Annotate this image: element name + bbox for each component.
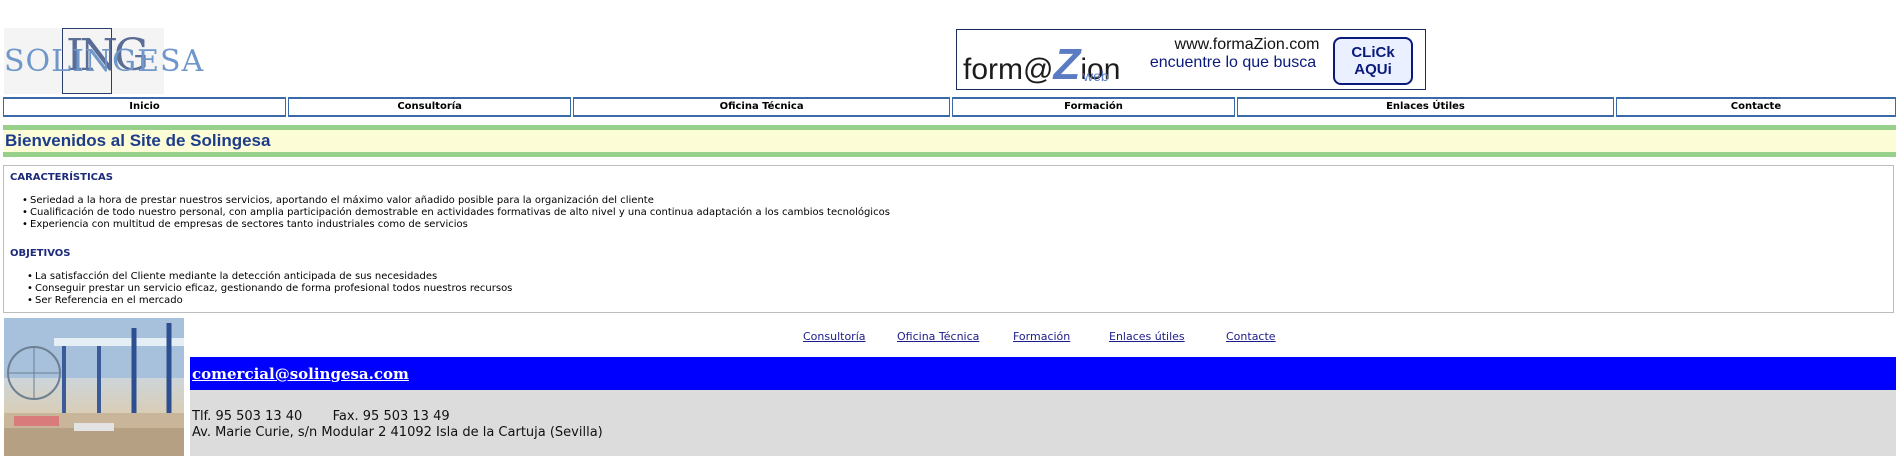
content-panel: CARACTERÍSTICAS Seriedad a la hora de pr… [3, 165, 1894, 313]
list-item: Cualificación de todo nuestro personal, … [22, 207, 890, 219]
footer-nav: Consultoría Oficina Técnica Formación En… [190, 330, 1896, 346]
footer-link-oficina-tecnica[interactable]: Oficina Técnica [897, 330, 979, 343]
caracteristicas-list: Seriedad a la hora de prestar nuestros s… [22, 195, 890, 231]
banner-url: www.formaZion.com [1174, 36, 1320, 53]
footer-link-contacte[interactable]: Contacte [1226, 330, 1276, 343]
page-title: Bienvenidos al Site de Solingesa [5, 131, 271, 150]
banner-brand-sub: web [1083, 68, 1109, 84]
section-title-objetivos: OBJETIVOS [10, 248, 71, 259]
solingesa-logo[interactable]: ING SOLINGESA [4, 28, 203, 94]
nav-enlaces-utiles[interactable]: Enlaces Útiles [1237, 97, 1614, 117]
nav-consultoria[interactable]: Consultoría [288, 97, 572, 117]
building-photo [4, 318, 184, 456]
footer-link-enlaces-utiles[interactable]: Enlaces útiles [1109, 330, 1185, 343]
contact-info: Tlf. 95 503 13 40 Fax. 95 503 13 49 Av. … [190, 390, 1896, 456]
phone-text: Tlf. 95 503 13 40 [192, 409, 303, 424]
nav-contacte[interactable]: Contacte [1615, 97, 1896, 117]
list-item: Seriedad a la hora de prestar nuestros s… [22, 195, 890, 207]
nav-inicio[interactable]: Inicio [3, 97, 287, 117]
photo-illustration [4, 318, 184, 456]
list-item: Ser Referencia en el mercado [27, 295, 512, 307]
footer-link-formacion[interactable]: Formación [1013, 330, 1070, 343]
list-item: La satisfacción del Cliente mediante la … [27, 271, 512, 283]
welcome-band-bottom [3, 152, 1896, 157]
address-text: Av. Marie Curie, s/n Modular 2 41092 Isl… [192, 425, 603, 440]
banner-tagline: encuentre lo que busca [1149, 54, 1317, 71]
section-title-caracteristicas: CARACTERÍSTICAS [10, 172, 113, 183]
nav-oficina-tecnica[interactable]: Oficina Técnica [573, 97, 950, 117]
list-item: Conseguir prestar un servicio eficaz, ge… [27, 283, 512, 295]
banner-click-line1: CLiCk [1351, 44, 1395, 61]
email-bar: comercial@solingesa.com [190, 357, 1896, 390]
banner-click-line2: AQUi [1354, 61, 1392, 78]
objetivos-list: La satisfacción del Cliente mediante la … [27, 271, 512, 307]
email-link[interactable]: comercial@solingesa.com [192, 365, 409, 383]
phone-fax-line: Tlf. 95 503 13 40 Fax. 95 503 13 49 [192, 408, 450, 425]
logo-wordmark: SOLINGESA [4, 44, 205, 79]
welcome-banner: Bienvenidos al Site de Solingesa [3, 130, 1896, 152]
banner-click-button[interactable]: CLiCk AQUi [1333, 37, 1413, 85]
formazion-banner[interactable]: form@Zion web www.formaZion.com encuentr… [956, 29, 1426, 90]
list-item: Experiencia con multitud de empresas de … [22, 219, 890, 231]
nav-formacion[interactable]: Formación [951, 97, 1236, 117]
main-nav: Inicio Consultoría Oficina Técnica Forma… [3, 97, 1896, 117]
fax-text: Fax. 95 503 13 49 [332, 409, 450, 424]
footer-link-consultoria[interactable]: Consultoría [803, 330, 866, 343]
